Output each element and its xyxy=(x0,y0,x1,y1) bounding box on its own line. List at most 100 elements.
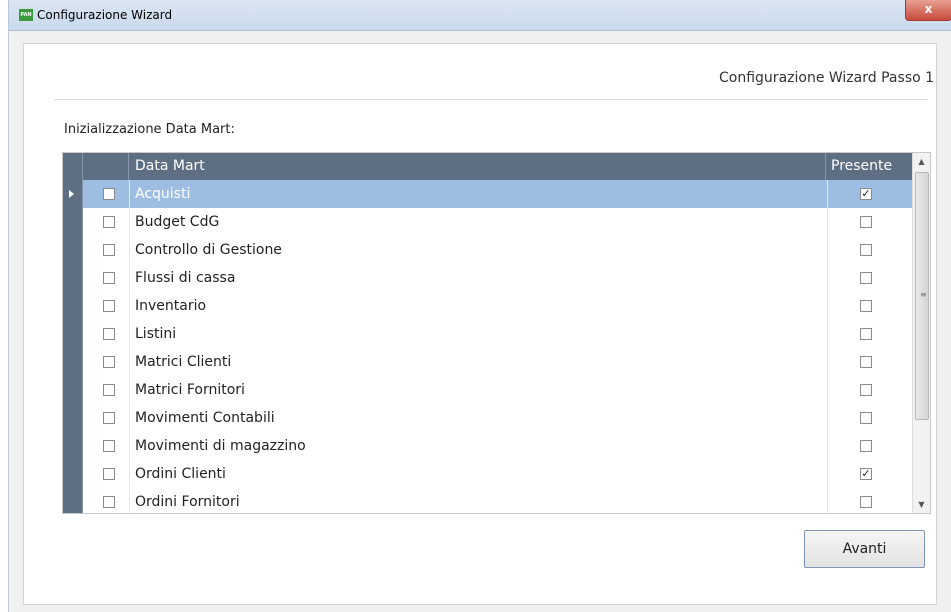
cell-divider xyxy=(129,208,130,236)
presente-checkbox[interactable] xyxy=(860,356,872,368)
row-header[interactable] xyxy=(63,432,83,460)
row-select-checkbox[interactable] xyxy=(103,272,115,284)
table-row[interactable]: Inventario xyxy=(63,292,913,321)
row-select-checkbox[interactable] xyxy=(103,328,115,340)
row-header[interactable] xyxy=(63,264,83,292)
presente-checkbox[interactable] xyxy=(860,300,872,312)
table-row[interactable]: Listini xyxy=(63,320,913,349)
cell-divider xyxy=(827,404,828,432)
cell-divider xyxy=(129,292,130,320)
vertical-scrollbar[interactable]: ▲ ≡ ▼ xyxy=(912,153,930,513)
cell-divider xyxy=(827,348,828,376)
row-header-column xyxy=(63,153,83,180)
row-header[interactable] xyxy=(63,488,83,513)
wizard-window: PAN Configurazione Wizard x Configurazio… xyxy=(8,0,951,612)
app-icon: PAN xyxy=(19,9,33,21)
checkbox-column-header[interactable] xyxy=(83,153,129,180)
data-mart-name: Flussi di cassa xyxy=(135,270,236,286)
row-select-checkbox[interactable] xyxy=(103,412,115,424)
row-header[interactable] xyxy=(63,404,83,432)
cell-divider xyxy=(827,180,828,208)
row-header[interactable] xyxy=(63,292,83,320)
data-mart-grid[interactable]: Data Mart Presente Acquisti ✓ Budget CdG Co… xyxy=(62,152,931,514)
data-mart-name: Budget CdG xyxy=(135,214,220,230)
presente-checkbox[interactable] xyxy=(860,244,872,256)
row-header[interactable] xyxy=(63,460,83,488)
title-bar[interactable]: PAN Configurazione Wizard x xyxy=(9,0,951,31)
presente-checkbox[interactable] xyxy=(860,412,872,424)
row-select-checkbox[interactable] xyxy=(103,496,115,508)
cell-divider xyxy=(827,460,828,488)
scroll-grip-icon: ≡ xyxy=(920,290,927,299)
data-mart-name: Matrici Clienti xyxy=(135,354,232,370)
table-row[interactable]: Controllo di Gestione xyxy=(63,236,913,265)
row-select-checkbox[interactable] xyxy=(103,468,115,480)
presente-checkbox[interactable]: ✓ xyxy=(860,468,872,480)
data-mart-name: Ordini Fornitori xyxy=(135,494,240,510)
current-row-arrow-icon xyxy=(69,190,74,198)
table-row[interactable]: Acquisti ✓ xyxy=(63,180,913,209)
row-header[interactable] xyxy=(63,376,83,404)
row-header[interactable] xyxy=(63,208,83,236)
divider xyxy=(54,99,928,100)
table-row[interactable]: Matrici Clienti xyxy=(63,348,913,377)
table-row[interactable]: Ordini Fornitori xyxy=(63,488,913,513)
data-mart-name: Controllo di Gestione xyxy=(135,242,282,258)
table-row[interactable]: Matrici Fornitori xyxy=(63,376,913,405)
cell-divider xyxy=(827,320,828,348)
avanti-button[interactable]: Avanti xyxy=(804,530,925,568)
row-select-checkbox[interactable] xyxy=(103,216,115,228)
row-select-checkbox[interactable] xyxy=(103,300,115,312)
row-select-checkbox[interactable] xyxy=(103,440,115,452)
row-header[interactable] xyxy=(63,180,83,208)
row-select-checkbox[interactable] xyxy=(103,356,115,368)
cell-divider xyxy=(129,404,130,432)
cell-divider xyxy=(129,180,130,208)
data-mart-name: Acquisti xyxy=(135,186,191,202)
presente-checkbox[interactable] xyxy=(860,440,872,452)
cell-divider xyxy=(129,236,130,264)
table-row[interactable]: Flussi di cassa xyxy=(63,264,913,293)
scroll-down-arrow-icon[interactable]: ▼ xyxy=(913,496,930,513)
row-select-checkbox[interactable] xyxy=(103,244,115,256)
cell-divider xyxy=(827,488,828,513)
row-header[interactable] xyxy=(63,348,83,376)
column-header-data-mart[interactable]: Data Mart xyxy=(129,153,826,180)
cell-divider xyxy=(827,208,828,236)
cell-divider xyxy=(129,376,130,404)
row-header[interactable] xyxy=(63,320,83,348)
cell-divider xyxy=(129,348,130,376)
cell-divider xyxy=(129,432,130,460)
row-select-checkbox[interactable] xyxy=(103,188,115,200)
close-button[interactable]: x xyxy=(905,0,951,21)
cell-divider xyxy=(827,292,828,320)
cell-divider xyxy=(129,320,130,348)
presente-checkbox[interactable]: ✓ xyxy=(860,188,872,200)
presente-checkbox[interactable] xyxy=(860,384,872,396)
presente-checkbox[interactable] xyxy=(860,272,872,284)
table-row[interactable]: Budget CdG xyxy=(63,208,913,237)
cell-divider xyxy=(827,432,828,460)
scroll-thumb[interactable]: ≡ xyxy=(915,172,929,420)
presente-checkbox[interactable] xyxy=(860,216,872,228)
presente-checkbox[interactable] xyxy=(860,328,872,340)
cell-divider xyxy=(827,376,828,404)
grid-header: Data Mart Presente xyxy=(63,153,913,180)
data-mart-name: Listini xyxy=(135,326,177,342)
cell-divider xyxy=(129,264,130,292)
cell-divider xyxy=(129,488,130,513)
data-mart-name: Ordini Clienti xyxy=(135,466,226,482)
cell-divider xyxy=(129,460,130,488)
cell-divider xyxy=(827,264,828,292)
data-mart-name: Matrici Fornitori xyxy=(135,382,245,398)
presente-checkbox[interactable] xyxy=(860,496,872,508)
column-header-presente[interactable]: Presente xyxy=(827,153,913,180)
data-mart-name: Movimenti di magazzino xyxy=(135,438,306,454)
scroll-up-arrow-icon[interactable]: ▲ xyxy=(913,153,930,170)
wizard-content: Configurazione Wizard Passo 1 Inizializz… xyxy=(23,43,937,605)
table-row[interactable]: Ordini Clienti ✓ xyxy=(63,460,913,489)
table-row[interactable]: Movimenti di magazzino xyxy=(63,432,913,461)
table-row[interactable]: Movimenti Contabili xyxy=(63,404,913,433)
row-select-checkbox[interactable] xyxy=(103,384,115,396)
row-header[interactable] xyxy=(63,236,83,264)
